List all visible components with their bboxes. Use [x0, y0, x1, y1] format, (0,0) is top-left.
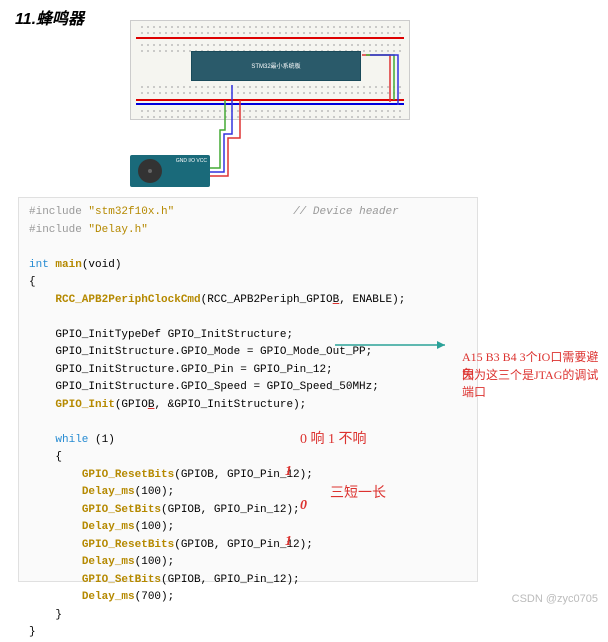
include-directive: #include: [29, 206, 88, 218]
func-name: main: [55, 259, 81, 271]
buzzer-module: GND I/O VCC: [130, 155, 210, 187]
delay-call: Delay_ms: [82, 591, 135, 603]
delay-args: (700);: [135, 591, 175, 603]
rcc-call: RCC_APB2PeriphClockCmd: [55, 294, 200, 306]
gpio-mode: GPIO_InitStructure.GPIO_Mode = GPIO_Mode…: [55, 346, 372, 358]
annotation-zero: 0: [300, 498, 307, 514]
include-file: "Delay.h": [88, 224, 147, 236]
func-args: (void): [82, 259, 122, 271]
return-type: int: [29, 259, 55, 271]
while-keyword: while: [55, 434, 88, 446]
delay-args: (100);: [135, 486, 175, 498]
delay-call: Delay_ms: [82, 521, 135, 533]
rcc-args: (RCC_APB2Periph_GPIO: [201, 294, 333, 306]
buzzer-pin-labels: GND I/O VCC: [176, 157, 207, 165]
buzzer-speaker: [138, 159, 162, 183]
gpio-args: (GPIOB, GPIO_Pin_12);: [161, 504, 300, 516]
delay-args: (100);: [135, 521, 175, 533]
reset-bits: GPIO_ResetBits: [82, 469, 174, 481]
include-directive: #include: [29, 224, 88, 236]
gpio-decl: GPIO_InitTypeDef GPIO_InitStructure;: [55, 329, 293, 341]
init-args: (GPIO: [115, 399, 148, 411]
gpio-init: GPIO_Init: [55, 399, 114, 411]
gpio-pin: GPIO_InitStructure.GPIO_Pin = GPIO_Pin_1…: [55, 364, 332, 376]
gpio-args: (GPIOB, GPIO_Pin_12);: [161, 574, 300, 586]
rcc-args: , ENABLE);: [339, 294, 405, 306]
brace: }: [55, 609, 62, 621]
section-title: 11.蜂鸣器: [15, 5, 84, 29]
arrow-right: [335, 338, 455, 357]
annotation-jtag-2: 因为这三个是JTAG的调试端口: [462, 366, 608, 400]
gpio-args: (GPIOB, GPIO_Pin_12);: [174, 539, 313, 551]
brace: }: [29, 626, 36, 638]
delay-call: Delay_ms: [82, 486, 135, 498]
brace: {: [29, 276, 36, 288]
gpio-args: (GPIOB, GPIO_Pin_12);: [174, 469, 313, 481]
annotation-one-2: 1: [285, 534, 292, 550]
code-block: #include "stm32f10x.h" // Device header …: [18, 197, 478, 582]
set-bits: GPIO_SetBits: [82, 574, 161, 586]
init-args: , &GPIO_InitStructure);: [154, 399, 306, 411]
gpio-speed: GPIO_InitStructure.GPIO_Speed = GPIO_Spe…: [55, 381, 378, 393]
annotation-pattern: 三短一长: [330, 482, 386, 502]
set-bits: GPIO_SetBits: [82, 504, 161, 516]
mcu-chip: STM32最小系统板: [191, 51, 361, 81]
brace: {: [55, 451, 62, 463]
reset-bits: GPIO_ResetBits: [82, 539, 174, 551]
breadboard: STM32最小系统板: [130, 20, 410, 120]
annotation-sound: 0 响 1 不响: [300, 428, 367, 448]
include-file: "stm32f10x.h": [88, 206, 174, 218]
while-cond: (1): [88, 434, 114, 446]
delay-call: Delay_ms: [82, 556, 135, 568]
delay-args: (100);: [135, 556, 175, 568]
circuit-diagram: STM32最小系统板 GND I/O VCC: [130, 20, 410, 190]
comment: // Device header: [293, 206, 399, 218]
annotation-one-1: 1: [285, 464, 292, 480]
watermark: CSDN @zyc0705: [512, 593, 598, 605]
